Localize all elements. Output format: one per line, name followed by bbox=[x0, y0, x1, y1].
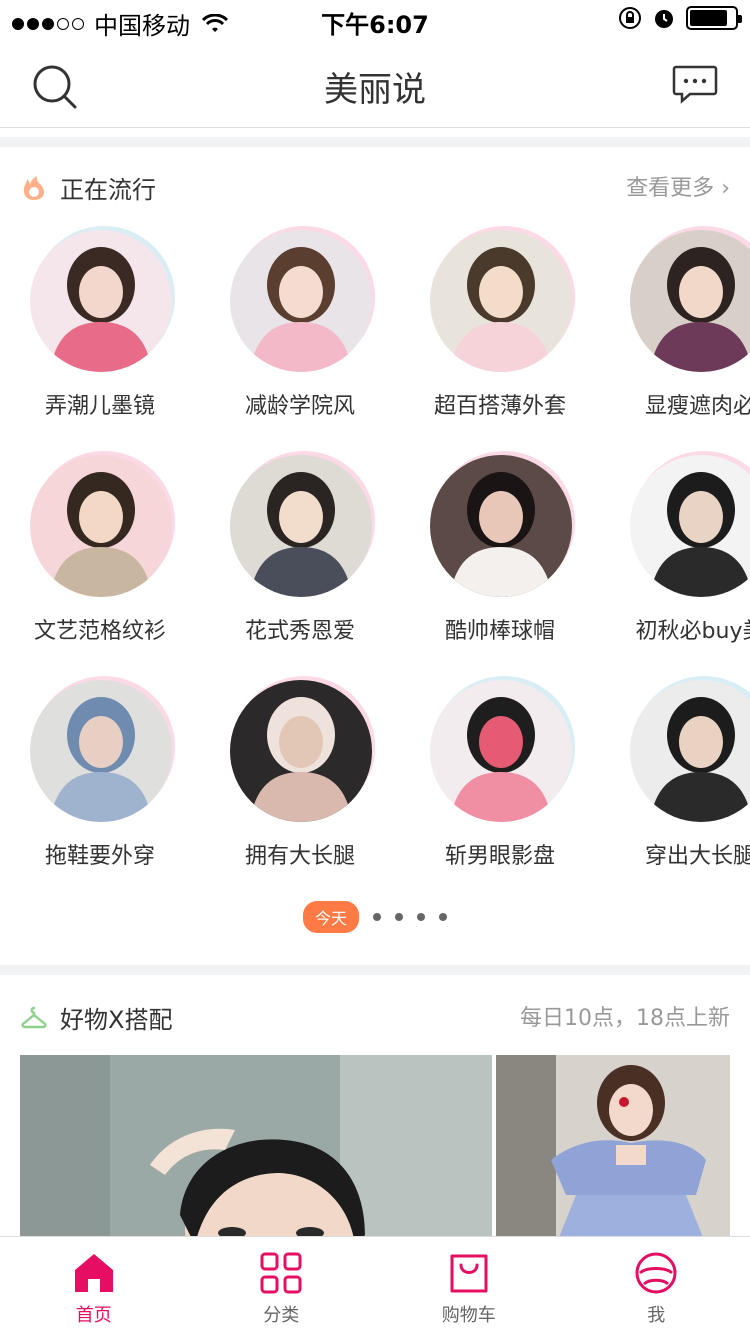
trending-thumbnail bbox=[30, 680, 172, 822]
trending-item[interactable]: 酷帅棒球帽 bbox=[400, 451, 600, 651]
trending-item[interactable]: 穿出大长腿 bbox=[600, 676, 750, 876]
outfit-photo-main-image bbox=[20, 1055, 492, 1245]
pager-dot[interactable] bbox=[417, 913, 425, 921]
trending-thumbnail bbox=[230, 455, 372, 597]
trending-thumbnail bbox=[430, 455, 572, 597]
hanger-icon bbox=[21, 1006, 47, 1029]
tab-cart-label: 购物车 bbox=[441, 1305, 496, 1326]
trending-thumbnail bbox=[230, 230, 372, 372]
pager-dot[interactable] bbox=[373, 913, 381, 921]
outfit-photo-side[interactable] bbox=[496, 1055, 730, 1245]
flame-icon bbox=[23, 176, 44, 200]
status-bar: 中国移动 下午6:07 bbox=[0, 0, 750, 40]
outfit-photo-main[interactable] bbox=[20, 1055, 492, 1245]
orientation-lock-icon bbox=[619, 7, 641, 29]
trending-item-label: 初秋必buy美 bbox=[635, 619, 750, 644]
trending-thumbnail bbox=[30, 230, 172, 372]
view-more-label: 查看更多 bbox=[626, 176, 715, 201]
trending-header: 正在流行 查看更多 › bbox=[0, 156, 750, 216]
status-right bbox=[618, 6, 742, 30]
trending-item[interactable]: 花式秀恩爱 bbox=[200, 451, 400, 651]
trending-item[interactable]: 超百搭薄外套 bbox=[400, 226, 600, 426]
trending-grid: 弄潮儿墨镜 减龄学院风 超百搭薄外套 显瘦遮肉必文艺范格纹衫 花式秀恩爱 酷帅棒球帽 初秋必… bbox=[0, 222, 750, 882]
trending-item[interactable]: 斩男眼影盘 bbox=[400, 676, 600, 876]
trending-item[interactable]: 拖鞋要外穿 bbox=[0, 676, 200, 876]
pager-today-badge[interactable]: 今天 bbox=[302, 901, 359, 933]
chevron-right-icon: › bbox=[721, 176, 730, 201]
pager-dot[interactable] bbox=[395, 913, 403, 921]
trending-thumbnail bbox=[430, 230, 572, 372]
trending-item-label: 超百搭薄外套 bbox=[433, 394, 566, 419]
trending-item[interactable]: 弄潮儿墨镜 bbox=[0, 226, 200, 426]
trending-item-label: 弄潮儿墨镜 bbox=[44, 394, 155, 419]
battery-icon bbox=[686, 6, 742, 30]
trending-thumbnail bbox=[30, 455, 172, 597]
section-divider bbox=[0, 137, 750, 147]
trending-item[interactable]: 显瘦遮肉必 bbox=[600, 226, 750, 426]
tab-me-label: 我 bbox=[647, 1305, 666, 1326]
tab-category-label: 分类 bbox=[263, 1305, 300, 1326]
trending-title: 正在流行 bbox=[60, 176, 156, 204]
tab-cart[interactable]: 购物车 bbox=[375, 1237, 563, 1334]
outfit-photo-side-image bbox=[496, 1055, 730, 1245]
tab-category[interactable]: 分类 bbox=[188, 1237, 376, 1334]
tab-home[interactable]: 首页 bbox=[0, 1237, 188, 1334]
message-icon[interactable] bbox=[672, 64, 718, 104]
trending-item-label: 文艺范格纹衫 bbox=[33, 619, 166, 644]
pager-dot[interactable] bbox=[439, 913, 447, 921]
shopping-bag-icon bbox=[450, 1254, 488, 1293]
tab-bar: 首页 分类 购物车 我 bbox=[0, 1236, 750, 1334]
view-more-link[interactable]: 查看更多 › bbox=[626, 170, 730, 202]
trending-item[interactable]: 文艺范格纹衫 bbox=[0, 451, 200, 651]
trending-item-label: 显瘦遮肉必 bbox=[644, 394, 750, 419]
home-icon bbox=[74, 1254, 113, 1292]
outfit-header: 好物X搭配 每日10点，18点上新 bbox=[0, 986, 750, 1046]
category-grid-icon bbox=[260, 1252, 302, 1294]
profile-icon bbox=[635, 1252, 677, 1294]
trending-item-label: 酷帅棒球帽 bbox=[444, 619, 555, 644]
trending-item[interactable]: 初秋必buy美 bbox=[600, 451, 750, 651]
section-divider bbox=[0, 965, 750, 975]
trending-item[interactable]: 减龄学院风 bbox=[200, 226, 400, 426]
trending-item-label: 减龄学院风 bbox=[244, 394, 355, 419]
trending-item-label: 花式秀恩爱 bbox=[244, 619, 355, 644]
trending-item-label: 拖鞋要外穿 bbox=[44, 844, 155, 869]
trending-item-label: 穿出大长腿 bbox=[644, 844, 750, 869]
trending-thumbnail bbox=[230, 680, 372, 822]
trending-item-label: 斩男眼影盘 bbox=[444, 844, 555, 869]
trending-item[interactable]: 拥有大长腿 bbox=[200, 676, 400, 876]
trending-item-label: 拥有大长腿 bbox=[244, 844, 355, 869]
page-title: 美丽说 bbox=[324, 70, 426, 110]
outfit-schedule: 每日10点，18点上新 bbox=[520, 1006, 730, 1031]
alarm-icon bbox=[655, 10, 673, 28]
tab-home-label: 首页 bbox=[75, 1305, 112, 1326]
nav-bar: 美丽说 bbox=[0, 40, 750, 128]
trending-pager: 今天 bbox=[0, 901, 750, 933]
trending-thumbnail bbox=[430, 680, 572, 822]
tab-me[interactable]: 我 bbox=[563, 1237, 750, 1334]
outfit-title: 好物X搭配 bbox=[60, 1006, 173, 1034]
